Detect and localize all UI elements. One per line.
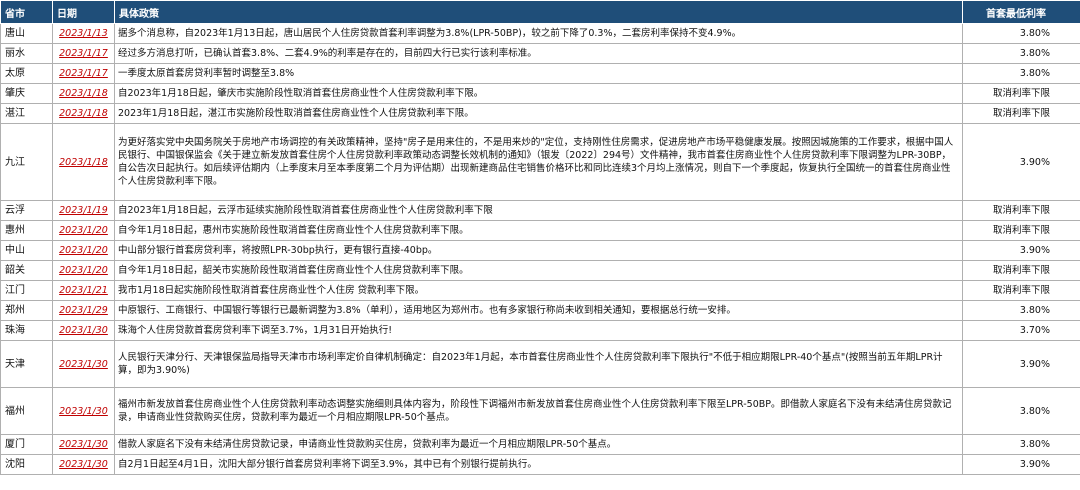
city-cell: 唐山 (0, 23, 53, 44)
date-link[interactable]: 2023/1/17 (52, 63, 115, 84)
rate-cell: 3.80% (962, 63, 1080, 84)
date-link[interactable]: 2023/1/30 (52, 340, 115, 388)
table-row: 肇庆 2023/1/18 自2023年1月18日起，肇庆市实施阶段性取消首套住房商业… (0, 83, 1080, 104)
header-city: 省市 (0, 0, 53, 24)
policy-cell: 据多个消息称，自2023年1月13日起，唐山居民个人住房贷款首套利率调整为3.8… (114, 23, 963, 44)
policy-cell: 中山部分银行首套房贷利率，将按照LPR-30bp执行，更有银行直接-40bp。 (114, 240, 963, 261)
policy-cell: 自2023年1月18日起，肇庆市实施阶段性取消首套住房商业性个人住房贷款利率下限… (114, 83, 963, 104)
policy-table: 省市 日期 具体政策 首套最低利率 唐山 2023/1/13 据多个消息称，自202… (0, 0, 1080, 475)
table-row: 九江 2023/1/18 为更好落实党中央国务院关于房地产市场调控的有关政策精神，坚… (0, 123, 1080, 201)
rate-cell: 取消利率下限 (962, 103, 1080, 124)
table-body: 唐山 2023/1/13 据多个消息称，自2023年1月13日起，唐山居民个人住房贷… (0, 23, 1080, 475)
policy-cell: 珠海个人住房贷款首套房贷利率下调至3.7%，1月31日开始执行! (114, 320, 963, 341)
table-row: 湛江 2023/1/18 2023年1月18日起，湛江市实施阶段性取消首套住房商业性… (0, 103, 1080, 124)
date-link[interactable]: 2023/1/30 (52, 434, 115, 455)
rate-cell: 取消利率下限 (962, 200, 1080, 221)
city-cell: 珠海 (0, 320, 53, 341)
city-cell: 惠州 (0, 220, 53, 241)
date-link[interactable]: 2023/1/18 (52, 83, 115, 104)
table-row: 珠海 2023/1/30 珠海个人住房贷款首套房贷利率下调至3.7%，1月31日开始… (0, 320, 1080, 341)
header-policy: 具体政策 (114, 0, 963, 24)
table-row: 江门 2023/1/21 我市1月18日起实施阶段性取消首套住房商业性个人住房 贷款… (0, 280, 1080, 301)
city-cell: 厦门 (0, 434, 53, 455)
city-cell: 肇庆 (0, 83, 53, 104)
table-row: 福州 2023/1/30 福州市新发放首套住房商业性个人住房贷款利率动态调整实施细则… (0, 387, 1080, 435)
table-row: 韶关 2023/1/20 自今年1月18日起，韶关市实施阶段性取消首套住房商业性个人… (0, 260, 1080, 281)
header-row: 省市 日期 具体政策 首套最低利率 (0, 0, 1080, 24)
table-row: 厦门 2023/1/30 借款人家庭名下没有未结清住房贷款记录，申请商业性贷款购买住… (0, 434, 1080, 455)
rate-cell: 取消利率下限 (962, 260, 1080, 281)
rate-cell: 取消利率下限 (962, 83, 1080, 104)
date-link[interactable]: 2023/1/30 (52, 387, 115, 435)
date-link[interactable]: 2023/1/30 (52, 320, 115, 341)
rate-cell: 3.90% (962, 340, 1080, 388)
date-link[interactable]: 2023/1/20 (52, 220, 115, 241)
city-cell: 郑州 (0, 300, 53, 321)
city-cell: 云浮 (0, 200, 53, 221)
policy-cell: 我市1月18日起实施阶段性取消首套住房商业性个人住房 贷款利率下限。 (114, 280, 963, 301)
rate-cell: 3.90% (962, 240, 1080, 261)
rate-cell: 3.90% (962, 123, 1080, 201)
rate-cell: 3.80% (962, 300, 1080, 321)
policy-cell: 为更好落实党中央国务院关于房地产市场调控的有关政策精神，坚持"房子是用来住的，不… (114, 123, 963, 201)
date-link[interactable]: 2023/1/19 (52, 200, 115, 221)
table-row: 太原 2023/1/17 一季度太原首套房贷利率暂时调整至3.8% 3.80% (0, 63, 1080, 84)
policy-cell: 一季度太原首套房贷利率暂时调整至3.8% (114, 63, 963, 84)
rate-cell: 3.80% (962, 434, 1080, 455)
policy-cell: 自2023年1月18日起，云浮市延续实施阶段性取消首套住房商业性个人住房贷款利率… (114, 200, 963, 221)
date-link[interactable]: 2023/1/13 (52, 23, 115, 44)
table-row: 中山 2023/1/20 中山部分银行首套房贷利率，将按照LPR-30bp执行，更有… (0, 240, 1080, 261)
table-row: 云浮 2023/1/19 自2023年1月18日起，云浮市延续实施阶段性取消首套住房… (0, 200, 1080, 221)
rate-cell: 3.70% (962, 320, 1080, 341)
table-row: 惠州 2023/1/20 自今年1月18日起，惠州市实施阶段性取消首套住房商业性个人… (0, 220, 1080, 241)
city-cell: 江门 (0, 280, 53, 301)
rate-cell: 取消利率下限 (962, 280, 1080, 301)
rate-cell: 3.80% (962, 23, 1080, 44)
city-cell: 太原 (0, 63, 53, 84)
date-link[interactable]: 2023/1/20 (52, 260, 115, 281)
policy-cell: 自今年1月18日起，惠州市实施阶段性取消首套住房商业性个人住房贷款利率下限。 (114, 220, 963, 241)
policy-cell: 中原银行、工商银行、中国银行等银行已最新调整为3.8%（单利），适用地区为郑州市… (114, 300, 963, 321)
rate-cell: 3.90% (962, 454, 1080, 475)
city-cell: 韶关 (0, 260, 53, 281)
city-cell: 丽水 (0, 43, 53, 64)
policy-cell: 自2月1日起至4月1日，沈阳大部分银行首套房贷利率将下调至3.9%，其中已有个别… (114, 454, 963, 475)
date-link[interactable]: 2023/1/29 (52, 300, 115, 321)
table-row: 唐山 2023/1/13 据多个消息称，自2023年1月13日起，唐山居民个人住房贷… (0, 23, 1080, 44)
date-link[interactable]: 2023/1/18 (52, 123, 115, 201)
policy-cell: 福州市新发放首套住房商业性个人住房贷款利率动态调整实施细则具体内容为，阶段性下调… (114, 387, 963, 435)
policy-cell: 人民银行天津分行、天津银保监局指导天津市市场利率定价自律机制确定：自2023年1… (114, 340, 963, 388)
date-link[interactable]: 2023/1/18 (52, 103, 115, 124)
policy-cell: 经过多方消息打听，已确认首套3.8%、二套4.9%的利率是存在的，目前四大行已实… (114, 43, 963, 64)
rate-cell: 3.80% (962, 387, 1080, 435)
table-row: 天津 2023/1/30 人民银行天津分行、天津银保监局指导天津市市场利率定价自律机… (0, 340, 1080, 388)
date-link[interactable]: 2023/1/20 (52, 240, 115, 261)
header-rate: 首套最低利率 (962, 0, 1080, 24)
policy-cell: 借款人家庭名下没有未结清住房贷款记录，申请商业性贷款购买住房，贷款利率为最近一个… (114, 434, 963, 455)
city-cell: 九江 (0, 123, 53, 201)
table-row: 郑州 2023/1/29 中原银行、工商银行、中国银行等银行已最新调整为3.8%（单… (0, 300, 1080, 321)
rate-cell: 取消利率下限 (962, 220, 1080, 241)
city-cell: 中山 (0, 240, 53, 261)
date-link[interactable]: 2023/1/17 (52, 43, 115, 64)
city-cell: 湛江 (0, 103, 53, 124)
city-cell: 沈阳 (0, 454, 53, 475)
table-row: 沈阳 2023/1/30 自2月1日起至4月1日，沈阳大部分银行首套房贷利率将下调至… (0, 454, 1080, 475)
header-date: 日期 (52, 0, 115, 24)
policy-cell: 2023年1月18日起，湛江市实施阶段性取消首套住房商业性个人住房贷款利率下限。 (114, 103, 963, 124)
date-link[interactable]: 2023/1/30 (52, 454, 115, 475)
policy-cell: 自今年1月18日起，韶关市实施阶段性取消首套住房商业性个人住房贷款利率下限。 (114, 260, 963, 281)
table-row: 丽水 2023/1/17 经过多方消息打听，已确认首套3.8%、二套4.9%的利率是… (0, 43, 1080, 64)
city-cell: 福州 (0, 387, 53, 435)
date-link[interactable]: 2023/1/21 (52, 280, 115, 301)
rate-cell: 3.80% (962, 43, 1080, 64)
city-cell: 天津 (0, 340, 53, 388)
